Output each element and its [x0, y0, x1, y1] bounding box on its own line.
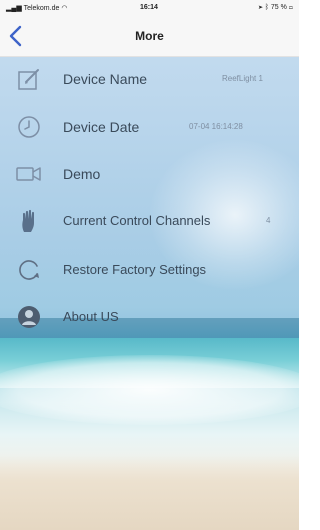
video-camera-icon [16, 167, 41, 181]
menu-item-about-us[interactable]: About US [0, 300, 299, 334]
menu-item-label: Device Date [63, 119, 140, 135]
bluetooth-icon: ᛒ [264, 4, 269, 11]
status-bar: ▂▄▆ Telekom.de ◠ 16:14 ➤ ᛒ 75 % ▭ [0, 0, 299, 16]
menu-item-control-channels[interactable]: Current Control Channels 4 [0, 204, 299, 238]
wifi-icon: ◠ [61, 5, 68, 12]
menu-item-label: Restore Factory Settings [63, 262, 207, 277]
refresh-icon [19, 260, 39, 280]
menu-item-label: Device Name [63, 71, 148, 87]
battery-percent: 75 % [270, 4, 287, 11]
beach-sand [0, 455, 299, 530]
nav-bar: More [0, 16, 299, 57]
menu-item-label: Demo [63, 166, 101, 182]
menu-item-demo[interactable]: Demo [0, 157, 299, 191]
carrier-label: ▂▄▆ Telekom.de ◠ [6, 4, 67, 12]
menu-item-restore-factory[interactable]: Restore Factory Settings [0, 253, 299, 287]
clock-icon [18, 116, 40, 138]
menu-item-device-date[interactable]: Device Date 07-04 16:14:28 [0, 110, 299, 144]
edit-icon [18, 69, 39, 90]
user-icon [18, 306, 40, 328]
hand-icon [22, 209, 34, 232]
menu-item-label: About US [63, 309, 119, 324]
menu-item-label: Current Control Channels [63, 213, 211, 228]
location-icon: ➤ [258, 4, 263, 11]
menu-item-device-name[interactable]: Device Name ReefLight 1 [0, 62, 299, 96]
signal-icon: ▂▄▆ [6, 5, 22, 12]
status-right: ➤ ᛒ 75 % ▭ [259, 4, 293, 11]
status-time: 16:14 [140, 4, 158, 11]
device-date-value: 07-04 16:14:28 [189, 122, 243, 131]
page-title: More [135, 29, 164, 43]
wave-foam [0, 355, 299, 425]
screen: ▂▄▆ Telekom.de ◠ 16:14 ➤ ᛒ 75 % ▭ More D… [0, 0, 299, 530]
carrier-text: Telekom.de [23, 5, 60, 12]
battery-icon: ▭ [288, 4, 293, 11]
channels-value: 4 [266, 216, 271, 225]
device-name-value: ReefLight 1 [222, 74, 263, 83]
